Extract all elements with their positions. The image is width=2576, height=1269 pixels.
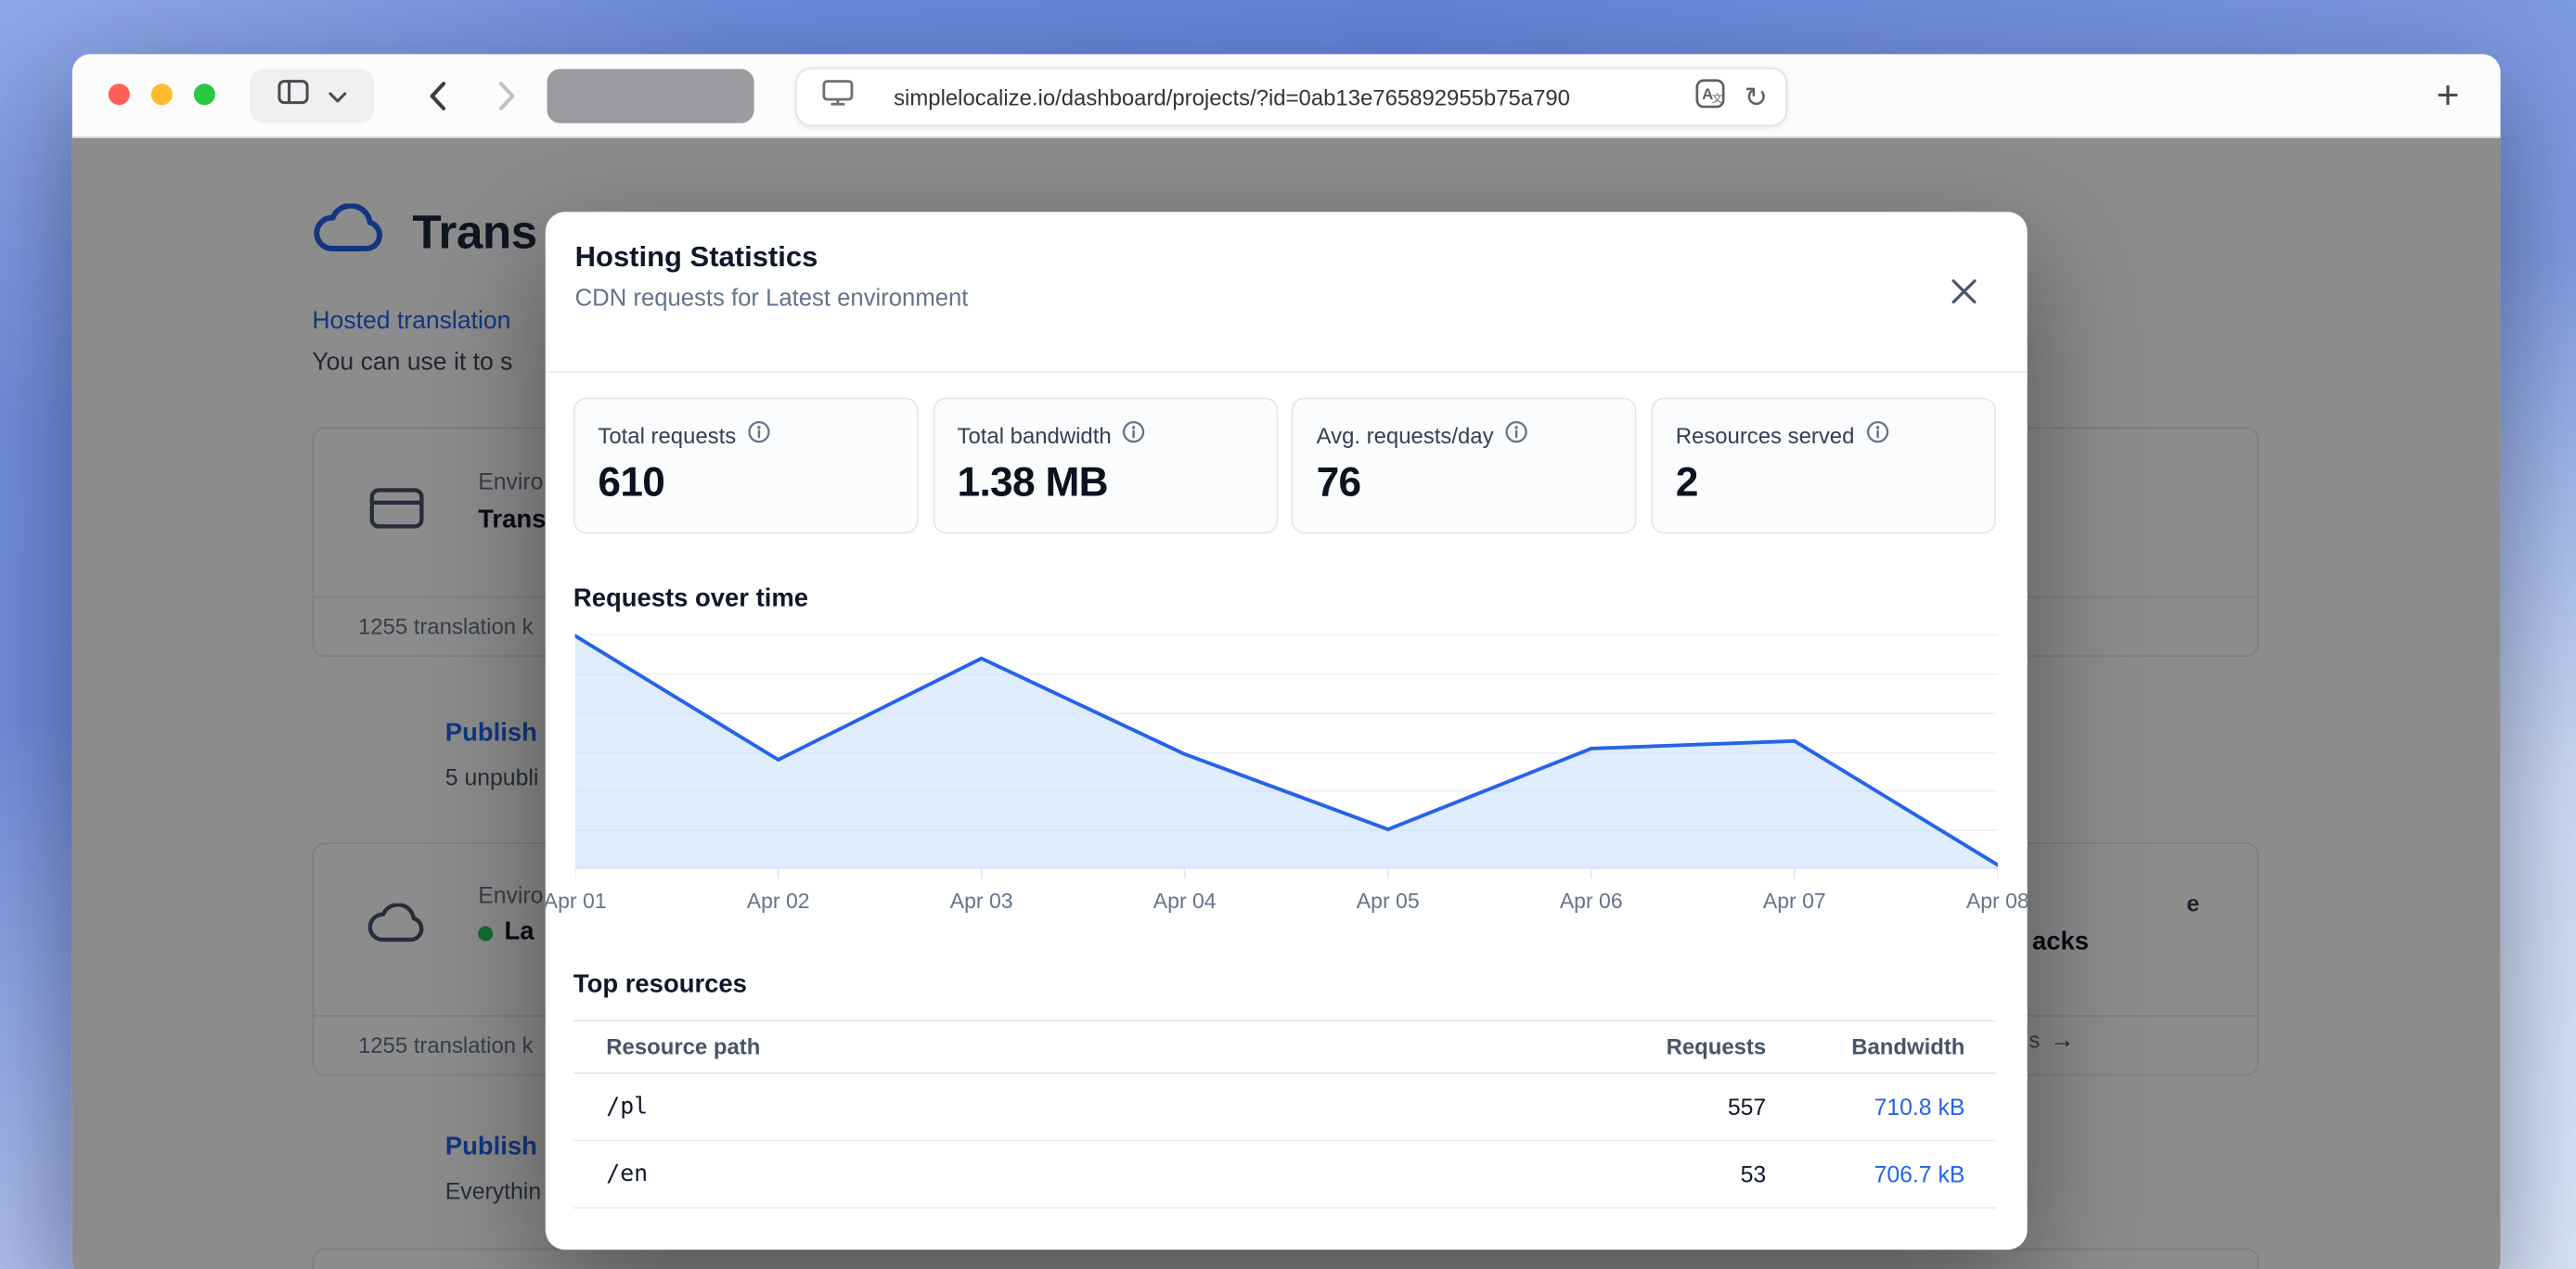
sidebar-icon	[277, 79, 309, 113]
browser-toolbar: simplelocalize.io/dashboard/projects/?id…	[72, 54, 2501, 137]
modal-subtitle: CDN requests for Latest environment	[575, 286, 1998, 312]
x-axis-label: Apr 02	[747, 889, 810, 914]
x-axis-label: Apr 06	[1560, 889, 1623, 914]
website-icon	[821, 79, 854, 115]
column-header-resource-path: Resource path	[573, 1034, 1569, 1059]
info-icon[interactable]	[1866, 420, 1889, 452]
table-row: /en 53 706.7 kB	[573, 1141, 1996, 1209]
close-window-button[interactable]	[109, 83, 131, 106]
url-field[interactable]: simplelocalize.io/dashboard/projects/?id…	[795, 68, 1787, 127]
stat-label: Avg. requests/day	[1317, 424, 1494, 449]
stat-card-total-bandwidth: Total bandwidth 1.38 MB	[933, 397, 1278, 533]
column-header-requests: Requests	[1569, 1034, 1766, 1059]
modal-body: Total requests 610 Total bandwidth 1.38 …	[546, 373, 2028, 1209]
modal-header: Hosting Statistics CDN requests for Late…	[546, 212, 2028, 373]
stats-row: Total requests 610 Total bandwidth 1.38 …	[573, 397, 1996, 533]
stat-label: Total requests	[598, 424, 736, 449]
table-header-row: Resource path Requests Bandwidth	[573, 1019, 1996, 1073]
x-axis-label: Apr 04	[1153, 889, 1217, 914]
modal-title: Hosting Statistics	[575, 239, 1998, 274]
info-icon[interactable]	[1123, 420, 1146, 452]
hosting-statistics-modal: Hosting Statistics CDN requests for Late…	[546, 212, 2028, 1250]
forward-button[interactable]	[476, 69, 535, 122]
reload-button[interactable]: ↻	[1745, 83, 1768, 110]
traffic-lights	[109, 83, 216, 106]
requests-chart	[575, 634, 1998, 880]
zoom-window-button[interactable]	[194, 83, 216, 106]
requests-cell: 53	[1569, 1161, 1766, 1187]
top-resources-table: Resource path Requests Bandwidth /pl 557…	[573, 1019, 1996, 1209]
info-icon[interactable]	[748, 420, 771, 452]
stat-value: 76	[1317, 460, 1613, 507]
stat-value: 2	[1676, 460, 1972, 507]
stat-card-avg-requests: Avg. requests/day 76	[1292, 397, 1637, 533]
resource-path-cell: /pl	[573, 1094, 1569, 1120]
stat-value: 610	[598, 460, 894, 507]
url-text: simplelocalize.io/dashboard/projects/?id…	[894, 84, 1666, 109]
x-axis-label: Apr 01	[546, 889, 607, 914]
stat-label: Resources served	[1676, 424, 1855, 449]
stat-card-total-requests: Total requests 610	[573, 397, 919, 533]
table-section-title: Top resources	[573, 970, 1996, 1000]
desktop-wallpaper: simplelocalize.io/dashboard/projects/?id…	[0, 0, 2576, 1269]
chevron-down-icon	[328, 82, 346, 111]
stat-label: Total bandwidth	[958, 424, 1112, 449]
close-icon	[1951, 278, 1976, 303]
bandwidth-link[interactable]: 706.7 kB	[1766, 1161, 1996, 1187]
x-axis-label: Apr 07	[1763, 889, 1826, 914]
column-header-bandwidth: Bandwidth	[1766, 1034, 1996, 1059]
table-row: /pl 557 710.8 kB	[573, 1074, 1996, 1142]
translate-icon[interactable]: A文	[1695, 78, 1725, 116]
back-button[interactable]	[407, 69, 467, 122]
requests-chart-wrapper: Apr 01Apr 02Apr 03Apr 04Apr 05Apr 06Apr …	[575, 634, 1998, 916]
background-tab	[547, 69, 754, 122]
sidebar-toggle-button[interactable]	[250, 69, 375, 122]
x-axis-label: Apr 08	[1966, 889, 2028, 914]
bandwidth-link[interactable]: 710.8 kB	[1766, 1094, 1996, 1120]
stat-value: 1.38 MB	[958, 460, 1254, 507]
minimize-window-button[interactable]	[151, 83, 174, 106]
stat-card-resources-served: Resources served 2	[1651, 397, 1996, 533]
chevron-left-icon	[428, 81, 445, 112]
page-content: Trans Hosted translation You can use it …	[72, 138, 2501, 1269]
info-icon[interactable]	[1505, 420, 1528, 452]
x-axis-labels: Apr 01Apr 02Apr 03Apr 04Apr 05Apr 06Apr …	[575, 889, 1998, 916]
x-axis-label: Apr 03	[950, 889, 1013, 914]
chart-section-title: Requests over time	[573, 584, 1996, 614]
svg-text:文: 文	[1711, 91, 1722, 104]
resource-path-cell: /en	[573, 1161, 1569, 1187]
x-axis-label: Apr 05	[1357, 889, 1420, 914]
close-modal-button[interactable]	[1943, 271, 1982, 310]
requests-cell: 557	[1569, 1094, 1766, 1120]
browser-window: simplelocalize.io/dashboard/projects/?id…	[72, 54, 2501, 1269]
new-tab-button[interactable]: +	[2415, 69, 2480, 122]
chevron-right-icon	[497, 81, 515, 112]
